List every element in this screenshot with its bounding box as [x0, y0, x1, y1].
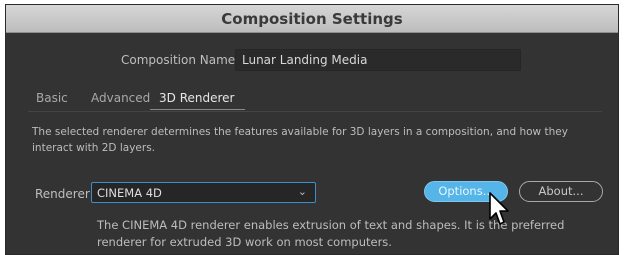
chevron-down-icon: ⌄ [297, 185, 307, 198]
active-tab-indicator [150, 109, 245, 110]
renderer-select[interactable]: CINEMA 4D ⌄ [91, 182, 316, 203]
composition-settings-dialog: Composition Settings Composition Name: L… [5, 4, 619, 255]
tab-divider [28, 111, 602, 112]
tab-basic[interactable]: Basic [36, 91, 68, 105]
about-button[interactable]: About... [519, 181, 603, 202]
composition-name-label: Composition Name: [121, 53, 240, 67]
mouse-cursor-icon [489, 192, 509, 225]
tab-3d-renderer[interactable]: 3D Renderer [159, 91, 234, 105]
tab-advanced[interactable]: Advanced [91, 91, 150, 105]
renderer-select-value: CINEMA 4D [97, 186, 162, 200]
renderer-info-text: The selected renderer determines the fea… [32, 126, 568, 154]
composition-name-field[interactable]: Lunar Landing Media [235, 49, 521, 71]
renderer-label: Renderer: [35, 187, 94, 201]
renderer-description: The CINEMA 4D renderer enables extrusion… [97, 218, 565, 249]
dialog-title: Composition Settings [221, 10, 403, 28]
title-bar[interactable]: Composition Settings [6, 5, 618, 33]
